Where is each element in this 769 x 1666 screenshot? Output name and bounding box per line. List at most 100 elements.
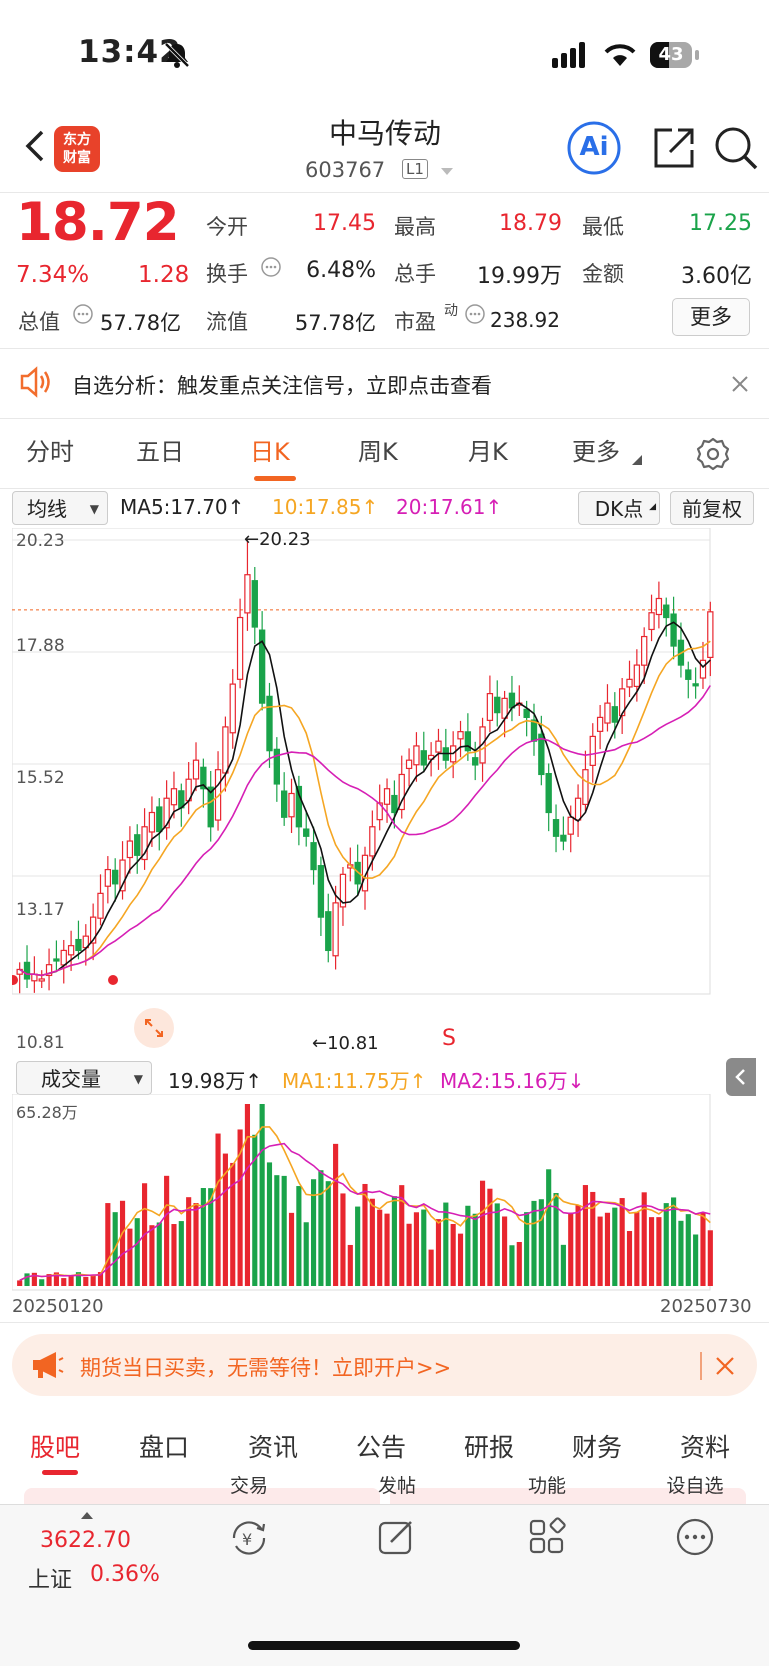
volume-bar — [355, 1206, 361, 1286]
info-dots-icon[interactable] — [72, 303, 94, 325]
volume-chart[interactable] — [12, 1094, 757, 1294]
volume-bar — [406, 1223, 412, 1286]
tab-research[interactable]: 研报 — [464, 1428, 514, 1464]
high-label: 最高 — [394, 215, 436, 239]
dk-point-button[interactable]: DK点 ◢ — [578, 491, 660, 525]
tab-intraday[interactable]: 分时 — [26, 432, 74, 467]
candle-body — [222, 726, 229, 774]
candle-body — [596, 716, 604, 732]
price-tick-4: 13.17 — [16, 900, 65, 920]
caret-down-icon[interactable] — [440, 166, 454, 176]
candle-body — [508, 692, 516, 709]
candle-body — [156, 806, 163, 833]
candle-body — [332, 902, 339, 957]
tab-guba[interactable]: 股吧 — [30, 1428, 80, 1464]
tab-weekly-k[interactable]: 周K — [358, 432, 398, 467]
tab-news[interactable]: 资讯 — [248, 1428, 298, 1464]
nav-add-watchlist[interactable]: 设自选 — [640, 1471, 750, 1498]
alert-banner-text[interactable]: 自选分析：触发重点关注信号，立即点击查看 — [72, 370, 492, 400]
volume-bar — [119, 1200, 126, 1286]
candle-body — [472, 757, 479, 766]
function-grid-icon[interactable] — [526, 1516, 568, 1558]
index-value[interactable]: 3622.70 — [40, 1528, 131, 1553]
candle-body — [281, 790, 288, 818]
volume-indicator-select[interactable]: 成交量 ▼ — [16, 1061, 152, 1095]
volume-max-label: 65.28万 — [16, 1103, 78, 1122]
candle-body — [192, 759, 200, 780]
candle-body — [325, 911, 332, 952]
more-dots-icon[interactable] — [674, 1516, 716, 1558]
index-percent[interactable]: 0.36% — [90, 1562, 160, 1587]
nav-trade[interactable]: 交易 — [194, 1471, 304, 1498]
level-badge[interactable]: L1 — [402, 159, 428, 179]
tab-announcements[interactable]: 公告 — [356, 1428, 406, 1464]
candle-body — [582, 769, 589, 806]
candle-body — [641, 635, 648, 666]
candle-body — [486, 693, 494, 721]
tab-monthly-k[interactable]: 月K — [468, 432, 508, 467]
turnover-value: 6.48% — [306, 258, 376, 283]
tab-pankou[interactable]: 盘口 — [139, 1428, 189, 1464]
close-icon[interactable] — [714, 1355, 736, 1377]
volume-value-label: 19.98万↑ — [168, 1069, 263, 1093]
ma5-label: MA5:17.70↑ — [120, 495, 245, 519]
settings-gear-icon[interactable] — [695, 436, 731, 472]
nav-post[interactable]: 发帖 — [342, 1471, 452, 1498]
candle-body — [303, 828, 310, 837]
promo-text[interactable]: 期货当日买卖，无需等待！立即开户>> — [80, 1352, 451, 1382]
volume-bar — [546, 1169, 552, 1286]
tab-finance[interactable]: 财务 — [572, 1428, 622, 1464]
more-button[interactable]: 更多 — [672, 298, 750, 336]
index-name[interactable]: 上证 — [28, 1562, 72, 1594]
volume-bar — [634, 1212, 640, 1286]
volume-bar — [164, 1175, 170, 1286]
candle-body — [170, 788, 178, 806]
volume-bar — [61, 1278, 67, 1286]
volume-bar — [281, 1175, 287, 1286]
candle-body — [545, 772, 552, 814]
volume-bar — [663, 1203, 669, 1286]
volume-bar — [215, 1133, 221, 1286]
ai-button[interactable]: Ai — [566, 120, 622, 176]
home-indicator — [248, 1641, 520, 1650]
high-value: 18.79 — [499, 211, 562, 236]
share-icon[interactable] — [646, 120, 702, 176]
volume-bar — [568, 1212, 574, 1286]
indicator-select[interactable]: 均线 ▼ — [12, 491, 108, 525]
nav-function[interactable]: 功能 — [492, 1471, 602, 1498]
volume-bar — [538, 1199, 544, 1286]
collapse-panel-button[interactable] — [726, 1058, 756, 1096]
candle-body — [633, 664, 641, 688]
turnover-label: 换手 — [206, 262, 248, 286]
compose-post-icon[interactable] — [375, 1516, 417, 1558]
expand-chart-button[interactable] — [134, 1008, 174, 1048]
tab-more-periods[interactable]: 更多 — [572, 432, 620, 467]
volume-bar — [494, 1203, 500, 1286]
open-label: 今开 — [206, 215, 248, 239]
sell-signal-label: S — [442, 1026, 456, 1051]
info-dots-icon[interactable] — [464, 303, 486, 325]
info-dots-icon[interactable] — [260, 256, 282, 278]
volume-bar — [230, 1162, 236, 1286]
tab-daily-k[interactable]: 日K — [250, 432, 290, 467]
candle-body — [236, 616, 244, 680]
volume-bar — [369, 1198, 375, 1286]
trade-yen-icon[interactable]: ¥ — [226, 1518, 272, 1558]
kline-chart[interactable] — [12, 528, 757, 1056]
volume-bar — [259, 1104, 265, 1286]
candle-body — [75, 938, 82, 952]
candle-body — [574, 797, 582, 821]
adjust-select[interactable]: 前复权 — [670, 491, 754, 525]
candle-body — [604, 702, 611, 724]
back-button[interactable] — [16, 118, 56, 174]
caret-up-icon[interactable] — [80, 1510, 94, 1520]
volume-bar — [435, 1219, 442, 1286]
volume-bar — [340, 1193, 346, 1286]
tab-profile[interactable]: 资料 — [680, 1428, 730, 1464]
search-icon[interactable] — [708, 120, 764, 176]
close-icon[interactable] — [730, 374, 750, 394]
price-tick-5: 10.81 — [16, 1033, 65, 1053]
tab-five-day[interactable]: 五日 — [136, 432, 184, 467]
candle-body — [369, 826, 376, 857]
candle-body — [626, 678, 633, 688]
